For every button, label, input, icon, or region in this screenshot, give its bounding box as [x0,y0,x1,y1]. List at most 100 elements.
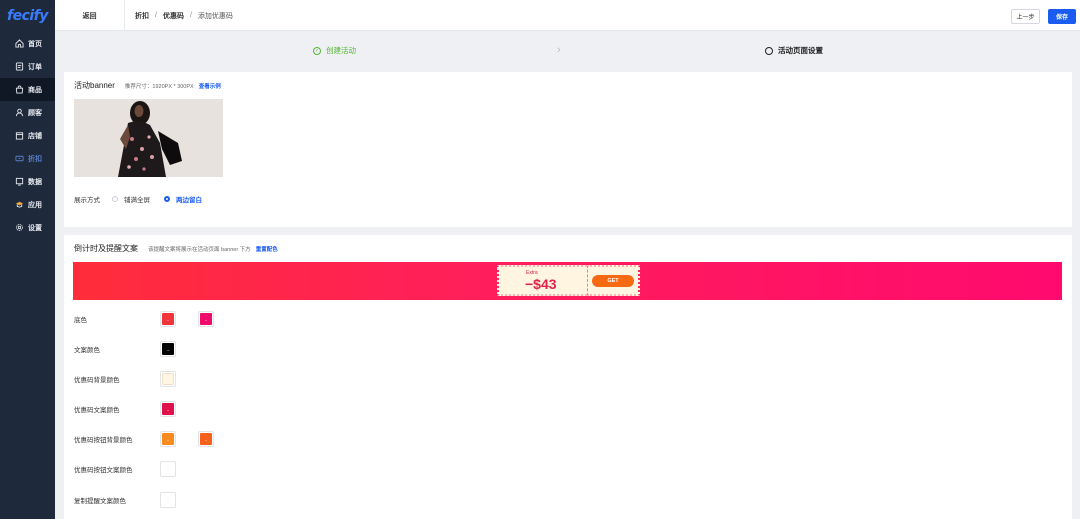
color-row-text: 文案颜色 ⌄ [74,341,198,357]
order-icon [14,62,24,72]
breadcrumb: 折扣 / 优惠码 / 添加优惠码 [135,0,233,31]
breadcrumb-current: 添加优惠码 [197,12,233,20]
radio-full-screen[interactable]: 铺满全屏 [112,194,150,204]
color-row-button-bg: 优惠码按钮背景颜色 ⌄ ⌄ [74,431,236,447]
breadcrumb-separator: / [189,12,192,19]
sidebar-item-label: 折扣 [28,155,42,163]
sidebar-item-label: 应用 [28,201,42,209]
gear-icon [14,223,24,233]
step-label: 创建活动 [326,46,356,55]
color-swatch[interactable] [160,461,176,477]
banner-card: 活动banner 推荐尺寸：1920PX * 300PX 查看示例 展示方式 铺… [64,72,1072,227]
color-swatch[interactable]: ⌄ [198,431,214,447]
coupon-amount: −$43 [525,276,557,292]
sidebar-item-orders[interactable]: 订单 [0,55,55,78]
color-swatch[interactable]: ⌄ [160,401,176,417]
store-icon [14,131,24,141]
check-icon: ✓ [313,46,321,55]
sidebar-item-apps[interactable]: 应用 [0,193,55,216]
sidebar-item-data[interactable]: 数据 [0,170,55,193]
color-swatch[interactable]: ⌄ [160,311,176,327]
color-swatch[interactable]: ⌄ [160,431,176,447]
swatch-fill [162,463,174,475]
banner-photo [74,99,223,177]
logo: fecify [7,8,48,24]
color-swatch[interactable] [160,371,176,387]
color-row-button-text: 优惠码按钮文案颜色 [74,461,198,477]
color-swatch[interactable] [160,492,176,508]
chevron-down-icon: ⌄ [200,433,212,445]
countdown-title-row: 倒计时及提醒文案 该提醒文案将展示在活动页面 banner 下方 重置配色 [74,243,278,254]
sidebar-item-label: 顾客 [28,109,42,117]
countdown-hint: 该提醒文案将展示在活动页面 banner 下方 [148,246,251,253]
swatch-fill [162,373,174,385]
save-button[interactable]: 保存 [1048,9,1076,24]
step-page-settings[interactable]: 活动页面设置 [765,45,823,56]
chart-icon [14,177,24,187]
color-swatch[interactable]: ⌄ [198,311,214,327]
swatch-fill [162,494,174,506]
bag-icon [14,85,24,95]
countdown-preview: Extra −$43 GET [73,262,1062,300]
radio-side-margin[interactable]: 两边留白 [164,194,202,204]
banner-title: 活动banner [74,81,115,90]
radio-label: 铺满全屏 [124,197,150,204]
sidebar: fecify 首页 订单 商品 顾客 店铺 折扣 数据 应用 设置 [0,0,55,519]
chevron-down-icon: ⌄ [162,343,174,355]
step-label: 活动页面设置 [778,46,823,55]
banner-image[interactable] [74,99,223,177]
display-mode-label: 展示方式 [74,197,100,204]
color-swatch[interactable]: ⌄ [160,341,176,357]
countdown-card: 倒计时及提醒文案 该提醒文案将展示在活动页面 banner 下方 重置配色 Ex… [64,235,1072,519]
breadcrumb-discount[interactable]: 折扣 [135,11,149,21]
sidebar-item-label: 数据 [28,178,42,186]
color-row-label: 优惠码按钮文案颜色 [74,467,133,474]
display-mode-row: 展示方式 铺满全屏 两边留白 [74,194,216,204]
top-bar: 返回 折扣 / 优惠码 / 添加优惠码 上一步 保存 [55,0,1080,31]
color-row-coupon-text: 优惠码文案颜色 ⌄ [74,401,198,417]
breadcrumb-coupon[interactable]: 优惠码 [163,11,184,21]
chevron-down-icon: ⌄ [162,403,174,415]
reset-colors-link[interactable]: 重置配色 [256,245,278,253]
countdown-title: 倒计时及提醒文案 [74,244,138,253]
color-row-label: 优惠码文案颜色 [74,407,120,414]
chevron-right-icon: › [557,44,561,56]
chevron-down-icon: ⌄ [162,433,174,445]
sidebar-item-settings[interactable]: 设置 [0,216,55,239]
sidebar-item-label: 店铺 [28,132,42,140]
step-circle-icon [765,46,773,55]
sidebar-item-customers[interactable]: 顾客 [0,101,55,124]
view-example-link[interactable]: 查看示例 [199,82,221,90]
sidebar-item-discount[interactable]: 折扣 [0,147,55,170]
back-button[interactable]: 返回 [55,0,125,31]
sidebar-item-home[interactable]: 首页 [0,32,55,55]
radio-circle-icon [112,196,118,202]
sidebar-item-store[interactable]: 店铺 [0,124,55,147]
chevron-down-icon: ⌄ [162,313,174,325]
get-button[interactable]: GET [592,274,634,287]
coupon-preview: Extra −$43 GET [497,265,640,296]
sidebar-item-products[interactable]: 商品 [0,78,55,101]
color-row-label: 文案颜色 [74,347,100,354]
discount-icon [14,154,24,164]
banner-title-row: 活动banner 推荐尺寸：1920PX * 300PX 查看示例 [74,80,221,91]
breadcrumb-separator: / [155,12,157,19]
sidebar-item-label: 设置 [28,224,42,232]
size-hint: 推荐尺寸：1920PX * 300PX [124,83,194,90]
color-row-label: 底色 [74,317,87,324]
home-icon [14,39,24,49]
step-create-activity[interactable]: ✓ 创建活动 [313,45,356,56]
radio-circle-icon [164,196,170,202]
sidebar-item-label: 首页 [28,40,42,48]
color-row-background: 底色 ⌄ ⌄ [74,311,236,327]
app-icon [14,200,24,210]
color-row-copy-hint: 复制提醒文案颜色 [74,492,198,508]
radio-label: 两边留白 [176,197,202,204]
user-icon [14,108,24,118]
color-row-coupon-bg: 优惠码背景颜色 [74,371,198,387]
color-row-label: 复制提醒文案颜色 [74,498,126,505]
sidebar-item-label: 商品 [28,86,42,94]
coupon-left: Extra −$43 [497,265,587,296]
prev-step-button[interactable]: 上一步 [1011,9,1040,24]
coupon-right: GET [587,265,640,296]
